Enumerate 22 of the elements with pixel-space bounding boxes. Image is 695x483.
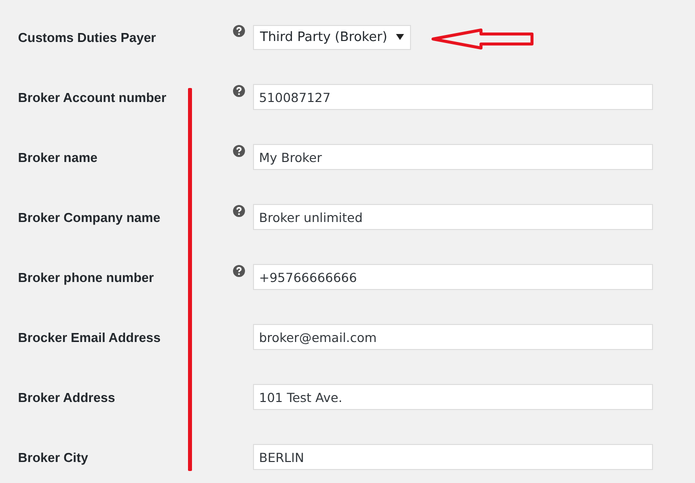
input-field[interactable]: +95766666666 [253, 264, 653, 290]
field-label: Broker name [18, 150, 98, 164]
input-field[interactable]: 510087127 [253, 84, 653, 110]
caret-icon [396, 34, 404, 40]
field-label: Broker Account number [18, 90, 166, 104]
input-field[interactable]: 101 Test Ave. [253, 384, 653, 410]
help-icon[interactable] [233, 265, 245, 277]
field-label: Broker phone number [18, 270, 154, 284]
field-label: Customs Duties Payer [18, 30, 156, 44]
field-label: Broker Company name [18, 210, 160, 224]
field-label: Broker City [18, 450, 88, 464]
input-field[interactable]: My Broker [253, 144, 653, 170]
dropdown[interactable]: Third Party (Broker) [253, 24, 412, 50]
field-label: Broker Address [18, 390, 116, 404]
help-icon[interactable] [233, 85, 245, 97]
help-icon[interactable] [233, 145, 245, 157]
help-icon[interactable] [233, 205, 245, 217]
input-field[interactable]: broker@email.com [253, 324, 653, 350]
help-icon[interactable] [233, 25, 245, 37]
input-field[interactable]: BERLIN [253, 444, 653, 470]
field-label: Brocker Email Address [18, 330, 161, 344]
input-field[interactable]: Broker unlimited [253, 204, 653, 230]
